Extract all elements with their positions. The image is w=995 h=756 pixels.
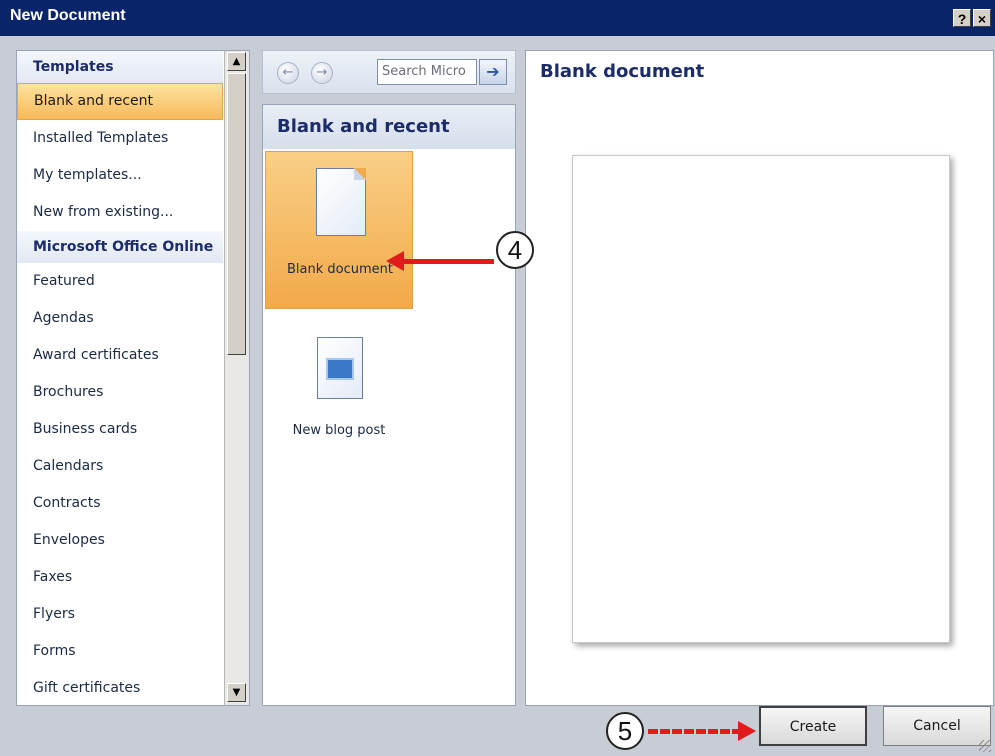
category-item-flyers[interactable]: Flyers (17, 596, 223, 633)
blog-post-icon (317, 337, 363, 399)
document-preview (572, 155, 950, 643)
category-item-business-cards[interactable]: Business cards (17, 411, 223, 448)
title-bar: New Document ? × (0, 0, 995, 36)
category-item-featured[interactable]: Featured (17, 263, 223, 300)
template-toolbar: ← → Search Micro ➔ (262, 50, 516, 94)
category-item-brochures[interactable]: Brochures (17, 374, 223, 411)
new-document-dialog: Templates Blank and recent Installed Templ… (0, 36, 995, 756)
category-list: Templates Blank and recent Installed Templ… (17, 51, 223, 705)
annotation-arrow-5 (648, 729, 740, 734)
category-header-templates: Templates (17, 51, 223, 83)
tile-new-blog-post[interactable]: New blog post (265, 319, 413, 477)
preview-pane: Blank document (525, 50, 994, 706)
preview-title: Blank document (540, 61, 705, 82)
annotation-arrow-4 (402, 259, 494, 264)
tile-blank-document[interactable]: Blank document (265, 151, 413, 309)
tile-label: New blog post (292, 423, 386, 438)
category-item-my-templates[interactable]: My templates... (17, 157, 223, 194)
window-title: New Document (10, 7, 126, 24)
category-item-envelopes[interactable]: Envelopes (17, 522, 223, 559)
category-item-gift-certificates[interactable]: Gift certificates (17, 670, 223, 705)
forward-button[interactable]: → (311, 62, 333, 84)
create-button[interactable]: Create (759, 706, 867, 746)
templates-pane: Blank and recent Blank document New blog… (262, 104, 516, 706)
category-item-forms[interactable]: Forms (17, 633, 223, 670)
cancel-button[interactable]: Cancel (883, 706, 991, 746)
blank-document-icon (316, 168, 366, 236)
scroll-down-button[interactable]: ▼ (227, 683, 246, 702)
category-item-award-certificates[interactable]: Award certificates (17, 337, 223, 374)
category-item-agendas[interactable]: Agendas (17, 300, 223, 337)
category-item-contracts[interactable]: Contracts (17, 485, 223, 522)
back-button[interactable]: ← (277, 62, 299, 84)
scroll-up-button[interactable]: ▲ (227, 52, 246, 71)
template-categories-pane: Templates Blank and recent Installed Templ… (16, 50, 250, 706)
category-item-blank-and-recent[interactable]: Blank and recent (17, 83, 223, 120)
step-4-callout: 4 (496, 231, 534, 269)
scroll-thumb[interactable] (227, 73, 246, 355)
templates-pane-header: Blank and recent (263, 105, 515, 149)
resize-grip[interactable] (979, 740, 991, 752)
category-item-new-from-existing[interactable]: New from existing... (17, 194, 223, 231)
close-button[interactable]: × (973, 9, 991, 27)
help-button[interactable]: ? (953, 9, 971, 27)
search-go-button[interactable]: ➔ (479, 59, 507, 85)
category-item-calendars[interactable]: Calendars (17, 448, 223, 485)
annotation-arrow-head-5 (738, 721, 756, 741)
category-scrollbar[interactable]: ▲ ▼ (224, 51, 249, 705)
category-header-microsoft-office-online: Microsoft Office Online (17, 231, 223, 263)
category-item-installed-templates[interactable]: Installed Templates (17, 120, 223, 157)
step-5-callout: 5 (606, 712, 644, 750)
category-item-faxes[interactable]: Faxes (17, 559, 223, 596)
search-input[interactable]: Search Micro (377, 59, 477, 85)
